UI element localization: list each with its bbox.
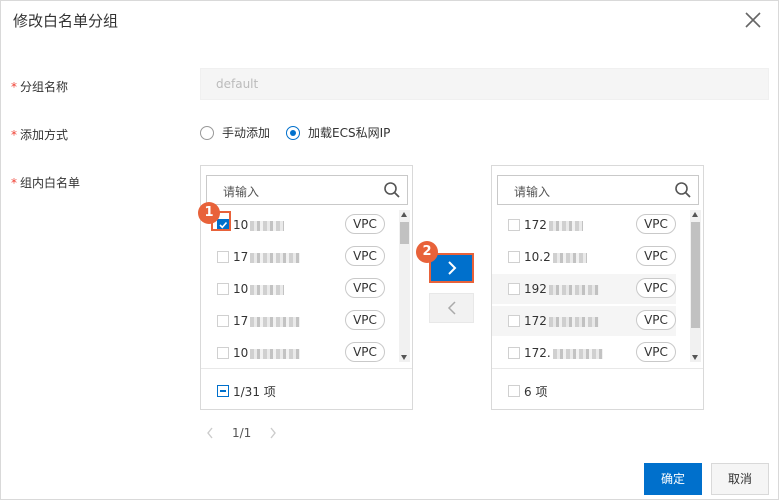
- ip-address: 17: [233, 314, 301, 328]
- ip-address: 10: [233, 282, 285, 296]
- ip-address: 10: [233, 218, 285, 232]
- group-name-input[interactable]: default: [200, 68, 769, 100]
- target-list-footer: 6 项: [492, 368, 703, 410]
- checkbox[interactable]: [217, 251, 229, 263]
- vpc-tag: VPC: [345, 214, 385, 234]
- checkbox[interactable]: [508, 251, 520, 263]
- source-list-footer: 1/31 项: [201, 368, 412, 410]
- scroll-down-icon[interactable]: [401, 355, 407, 360]
- target-count: 6 项: [524, 385, 548, 399]
- list-item[interactable]: 17 VPC: [201, 242, 385, 272]
- ip-address: 172.: [524, 346, 603, 360]
- chevron-left-icon: [447, 301, 456, 315]
- scroll-thumb[interactable]: [691, 222, 700, 328]
- source-search-input[interactable]: 请输入: [206, 175, 408, 205]
- scroll-down-icon[interactable]: [692, 355, 698, 360]
- scroll-thumb[interactable]: [400, 222, 409, 244]
- dialog-title: 修改白名单分组: [13, 12, 119, 30]
- target-list: 172 VPC 10.2 VPC 192 VPC 172 VPC 172. VP…: [492, 210, 703, 364]
- radio-manual-add[interactable]: 手动添加: [200, 124, 270, 141]
- vpc-tag: VPC: [345, 246, 385, 266]
- vpc-tag: VPC: [636, 214, 676, 234]
- select-all-checkbox[interactable]: [217, 385, 229, 397]
- list-item[interactable]: 172 VPC: [492, 306, 676, 336]
- select-all-checkbox[interactable]: [508, 385, 520, 397]
- whitelist-label: * 组内白名单: [11, 176, 81, 190]
- vpc-tag: VPC: [636, 278, 676, 298]
- move-left-button[interactable]: [429, 293, 474, 323]
- list-item[interactable]: 192 VPC: [492, 274, 676, 304]
- target-search-input[interactable]: 请输入: [497, 175, 699, 205]
- ip-address: 10.2: [524, 250, 587, 264]
- pagination: 1/1: [206, 423, 277, 443]
- checkbox[interactable]: [508, 315, 520, 327]
- cancel-button[interactable]: 取消: [711, 463, 769, 495]
- search-icon[interactable]: [674, 181, 692, 199]
- step1-badge: 1: [198, 202, 220, 224]
- source-list: 10 VPC 17 VPC 10 VPC 17 VPC 10 VPC: [201, 210, 412, 364]
- ip-address: 192: [524, 282, 599, 296]
- close-icon[interactable]: [742, 9, 764, 31]
- target-list-panel: 请输入 172 VPC 10.2 VPC 192 VPC 172 VPC 172…: [491, 165, 704, 410]
- list-item[interactable]: 172 VPC: [492, 210, 676, 240]
- chevron-right-icon: [447, 261, 456, 275]
- vpc-tag: VPC: [345, 278, 385, 298]
- source-scrollbar[interactable]: [399, 210, 410, 362]
- ip-address: 10: [233, 346, 301, 360]
- vpc-tag: VPC: [636, 310, 676, 330]
- checkbox[interactable]: [217, 283, 229, 295]
- list-item[interactable]: 10.2 VPC: [492, 242, 676, 272]
- checkbox[interactable]: [217, 347, 229, 359]
- dialog-header: 修改白名单分组: [1, 1, 778, 41]
- vpc-tag: VPC: [345, 342, 385, 362]
- radio-load-ecs-ip[interactable]: 加载ECS私网IP: [286, 124, 390, 141]
- source-count: 1/31 项: [233, 385, 276, 399]
- list-item[interactable]: 17 VPC: [201, 306, 385, 336]
- group-name-label: * 分组名称: [11, 80, 69, 94]
- vpc-tag: VPC: [636, 342, 676, 362]
- add-method-label: * 添加方式: [11, 128, 69, 142]
- search-icon[interactable]: [383, 181, 401, 199]
- ip-address: 172: [524, 218, 583, 232]
- checkbox[interactable]: [508, 283, 520, 295]
- radio-circle: [200, 125, 214, 140]
- page-indicator: 1/1: [232, 426, 252, 440]
- source-list-panel: 请输入 10 VPC 17 VPC 10 VPC 17 VPC 10 VPC 1…: [200, 165, 413, 410]
- checkbox[interactable]: [508, 219, 520, 231]
- target-scrollbar[interactable]: [690, 210, 701, 362]
- list-item[interactable]: 10 VPC: [201, 274, 385, 304]
- prev-page-icon[interactable]: [206, 427, 214, 439]
- scroll-up-icon[interactable]: [401, 212, 407, 217]
- scroll-up-icon[interactable]: [692, 212, 698, 217]
- vpc-tag: VPC: [345, 310, 385, 330]
- vpc-tag: VPC: [636, 246, 676, 266]
- list-item[interactable]: 10 VPC: [201, 338, 385, 364]
- checkbox[interactable]: [217, 315, 229, 327]
- radio-circle-checked: [286, 125, 300, 140]
- step2-badge: 2: [416, 241, 438, 263]
- checkbox[interactable]: [508, 347, 520, 359]
- ip-address: 17: [233, 250, 301, 264]
- confirm-button[interactable]: 确定: [644, 463, 702, 495]
- next-page-icon[interactable]: [269, 427, 277, 439]
- list-item[interactable]: 172. VPC: [492, 338, 676, 364]
- edit-whitelist-group-dialog: 修改白名单分组 * 分组名称 default * 添加方式 手动添加 加载ECS私网…: [0, 0, 779, 500]
- ip-address: 172: [524, 314, 599, 328]
